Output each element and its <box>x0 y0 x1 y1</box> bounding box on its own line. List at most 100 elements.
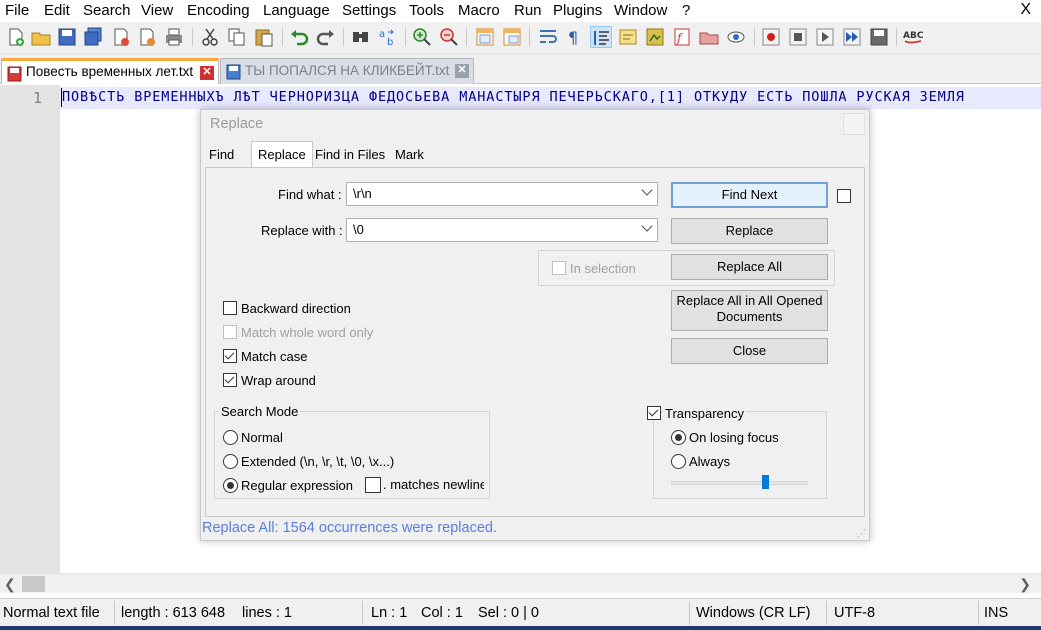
scrollbar-thumb[interactable] <box>22 576 45 592</box>
close-all-icon[interactable] <box>136 26 158 48</box>
extra-option-checkbox[interactable] <box>837 189 851 203</box>
record-macro-icon[interactable] <box>760 26 782 48</box>
transparency-title: Transparency <box>663 406 746 421</box>
indent-guide-icon[interactable] <box>590 26 612 48</box>
tab-replace[interactable]: Replace <box>251 141 313 168</box>
extended-radio[interactable] <box>223 454 238 469</box>
replace-all-opened-label-1: Replace All in All Opened <box>676 293 823 308</box>
horizontal-scrollbar[interactable]: ❮ ❯ <box>0 573 1041 593</box>
print-icon[interactable] <box>163 26 185 48</box>
open-file-icon[interactable] <box>30 26 52 48</box>
replace-all-button[interactable]: Replace All <box>671 254 828 280</box>
tab-find[interactable]: Find <box>204 143 239 167</box>
replace-dialog: Replace Find Replace Find in Files Mark … <box>200 109 870 541</box>
spell-check-icon[interactable]: ABC <box>902 26 924 48</box>
undo-icon[interactable] <box>288 26 310 48</box>
copy-icon[interactable] <box>226 26 248 48</box>
dialog-title: Replace <box>210 116 264 132</box>
matches-newline-checkbox[interactable] <box>365 477 381 493</box>
scroll-right-icon[interactable]: ❯ <box>1019 576 1031 593</box>
menu-help[interactable]: ? <box>682 2 690 19</box>
svg-text:ABC: ABC <box>903 31 924 41</box>
stop-macro-icon[interactable] <box>787 26 809 48</box>
menu-bar: File Edit Search View Encoding Language … <box>0 0 1041 22</box>
menu-file[interactable]: File <box>5 2 29 19</box>
menu-window[interactable]: Window <box>614 2 667 19</box>
menu-plugins[interactable]: Plugins <box>553 2 602 19</box>
menu-macro[interactable]: Macro <box>458 2 500 19</box>
run-macro-multiple-icon[interactable] <box>841 26 863 48</box>
replace-all-opened-button[interactable]: Replace All in All Opened Documents <box>671 290 828 331</box>
close-file-icon[interactable] <box>110 26 132 48</box>
cut-icon[interactable] <box>199 26 221 48</box>
normal-radio[interactable] <box>223 430 238 445</box>
backward-direction-label: Backward direction <box>241 301 351 316</box>
menu-settings[interactable]: Settings <box>342 2 396 19</box>
show-all-chars-icon[interactable]: ¶ <box>563 26 585 48</box>
find-icon[interactable] <box>350 26 372 48</box>
line-number-gutter: 1 <box>0 85 60 573</box>
redo-icon[interactable] <box>315 26 337 48</box>
menu-run[interactable]: Run <box>514 2 542 19</box>
menu-search[interactable]: Search <box>83 2 131 19</box>
save-icon[interactable] <box>56 26 78 48</box>
tab-clickbait[interactable]: ТЫ ПОПАЛСЯ НА КЛИКБЕЙТ.txt ✕ <box>220 58 474 84</box>
window-close-button[interactable]: X <box>1020 1 1031 19</box>
zoom-in-icon[interactable] <box>411 26 433 48</box>
menu-view[interactable]: View <box>141 2 173 19</box>
match-whole-word-checkbox[interactable] <box>223 325 237 339</box>
transparency-slider-thumb[interactable] <box>762 475 769 489</box>
match-case-checkbox[interactable] <box>223 349 237 363</box>
find-next-button[interactable]: Find Next <box>671 182 828 208</box>
new-file-icon[interactable] <box>5 26 27 48</box>
sync-vertical-icon[interactable] <box>474 26 496 48</box>
in-selection-checkbox[interactable] <box>552 261 566 275</box>
svg-text:a: a <box>379 29 385 40</box>
resize-grip-icon[interactable]: ⋰ <box>857 528 867 538</box>
editor-line-text[interactable]: ПОВѢСТЬ ВРЕМЕННЫХЪ ЛѢТ ЧЕРНОРИЗЦА ФЕДОСЬ… <box>62 89 1037 105</box>
replace-with-input[interactable]: \0 <box>346 218 658 242</box>
always-radio[interactable] <box>671 454 686 469</box>
sync-horizontal-icon[interactable] <box>501 26 523 48</box>
save-all-icon[interactable] <box>82 26 104 48</box>
status-lines: lines : 1 <box>242 605 292 621</box>
find-what-input[interactable]: \r\n <box>346 182 658 206</box>
tab-find-in-files[interactable]: Find in Files <box>310 143 390 167</box>
scroll-left-icon[interactable]: ❮ <box>4 576 16 593</box>
transparency-slider[interactable] <box>671 481 808 485</box>
tab-povest[interactable]: Повесть временных лет.txt ✕ <box>1 58 219 84</box>
menu-tools[interactable]: Tools <box>409 2 444 19</box>
user-language-icon[interactable] <box>617 26 639 48</box>
always-label: Always <box>689 454 731 469</box>
replace-icon[interactable]: ab <box>377 26 399 48</box>
menu-encoding[interactable]: Encoding <box>187 2 250 19</box>
replace-with-value: \0 <box>353 222 364 237</box>
close-tab-icon[interactable]: ✕ <box>455 64 469 78</box>
function-list-icon[interactable]: f <box>671 26 693 48</box>
save-macro-icon[interactable] <box>868 26 890 48</box>
radio-dot <box>227 482 234 489</box>
close-tab-icon[interactable]: ✕ <box>200 66 214 80</box>
chevron-down-icon[interactable] <box>641 184 653 196</box>
dialog-close-button[interactable] <box>843 113 865 135</box>
folder-workspace-icon[interactable] <box>698 26 720 48</box>
on-losing-focus-radio[interactable] <box>671 430 686 445</box>
monitoring-icon[interactable] <box>725 26 747 48</box>
play-macro-icon[interactable] <box>814 26 836 48</box>
regex-radio[interactable] <box>223 478 238 493</box>
zoom-out-icon[interactable] <box>438 26 460 48</box>
backward-direction-checkbox[interactable] <box>223 301 237 315</box>
chevron-down-icon[interactable] <box>641 220 653 232</box>
tab-mark[interactable]: Mark <box>390 143 429 167</box>
match-whole-word-label: Match whole word only <box>241 325 374 340</box>
menu-edit[interactable]: Edit <box>44 2 70 19</box>
close-button[interactable]: Close <box>671 338 828 364</box>
paste-icon[interactable] <box>253 26 275 48</box>
document-map-icon[interactable] <box>644 26 666 48</box>
word-wrap-icon[interactable] <box>537 26 559 48</box>
replace-button[interactable]: Replace <box>671 218 828 244</box>
wrap-around-checkbox[interactable] <box>223 373 237 387</box>
menu-language[interactable]: Language <box>263 2 330 19</box>
toolbar: ab ¶ f ABC <box>0 22 1041 54</box>
transparency-checkbox[interactable] <box>647 406 661 420</box>
